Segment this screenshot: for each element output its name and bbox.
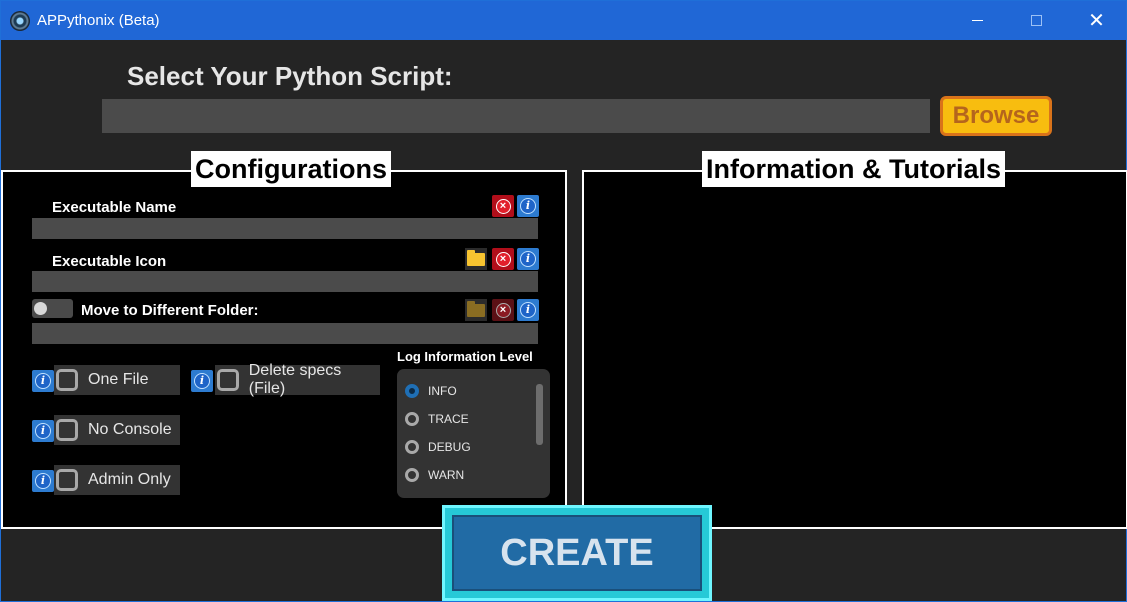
log-option-label: WARN [428, 468, 465, 482]
clear-icon: × [495, 198, 511, 214]
icon-info-button[interactable]: i [517, 248, 539, 270]
checkbox-square [217, 369, 239, 391]
move-folder-label: Move to Different Folder: [81, 302, 259, 319]
create-button-label: CREATE [452, 515, 702, 591]
log-option-label: INFO [428, 384, 457, 398]
info-icon: i [520, 302, 536, 318]
executable-name-label: Executable Name [52, 199, 177, 216]
minimize-button[interactable] [948, 1, 1007, 40]
delete-specs-info-button[interactable]: i [191, 370, 213, 392]
clear-icon: × [495, 251, 511, 267]
info-icon: i [520, 251, 536, 267]
configurations-title: Configurations [191, 151, 391, 187]
delete-specs-label: Delete specs (File) [248, 362, 342, 397]
app-logo-icon [10, 11, 30, 31]
title-bar[interactable]: APPythonix (Beta) ✕ [1, 1, 1126, 40]
move-folder-browse-button[interactable] [465, 299, 487, 321]
no-console-checkbox[interactable]: No Console [54, 415, 180, 445]
minimize-icon [972, 20, 983, 21]
one-file-label: One File [88, 371, 149, 388]
log-option-info[interactable]: INFO [405, 381, 457, 401]
radio-unselected [405, 412, 419, 426]
script-select-heading: Select Your Python Script: [127, 61, 453, 91]
log-option-trace[interactable]: TRACE [405, 409, 469, 429]
info-icon: i [194, 373, 210, 389]
info-icon: i [35, 473, 51, 489]
executable-name-input[interactable] [32, 218, 538, 239]
checkbox-square [56, 419, 78, 441]
one-file-checkbox[interactable]: One File [54, 365, 180, 395]
executable-icon-label: Executable Icon [52, 253, 167, 270]
admin-only-info-button[interactable]: i [32, 470, 54, 492]
icon-folder-button[interactable] [465, 248, 487, 270]
admin-only-label: Admin Only [88, 471, 171, 488]
app-window: APPythonix (Beta) ✕ Select Your Python S… [0, 0, 1127, 602]
admin-only-checkbox[interactable]: Admin Only [54, 465, 180, 495]
log-option-debug[interactable]: DEBUG [405, 437, 471, 457]
delete-specs-checkbox[interactable]: Delete specs (File) [215, 362, 380, 397]
clear-move-folder-button[interactable]: × [492, 299, 514, 321]
script-path-input[interactable] [102, 99, 930, 133]
info-tutorials-title: Information & Tutorials [702, 151, 1005, 187]
no-console-label: No Console [88, 421, 172, 438]
no-console-info-button[interactable]: i [32, 420, 54, 442]
info-tutorials-panel [582, 170, 1127, 529]
executable-icon-input[interactable] [32, 271, 538, 292]
move-folder-input[interactable] [32, 323, 538, 344]
radio-selected [405, 384, 419, 398]
browse-button[interactable]: Browse [940, 96, 1052, 136]
maximize-button[interactable] [1007, 1, 1066, 40]
info-icon: i [520, 198, 536, 214]
clear-icon-button[interactable]: × [492, 248, 514, 270]
close-icon: ✕ [1088, 9, 1105, 32]
folder-icon [467, 300, 485, 317]
radio-unselected [405, 440, 419, 454]
clear-name-button[interactable]: × [492, 195, 514, 217]
name-info-button[interactable]: i [517, 195, 539, 217]
create-button[interactable]: CREATE [442, 505, 712, 601]
close-window-button[interactable]: ✕ [1067, 1, 1126, 40]
info-icon: i [35, 373, 51, 389]
toggle-knob [34, 302, 47, 315]
radio-unselected [405, 468, 419, 482]
checkbox-square [56, 369, 78, 391]
one-file-info-button[interactable]: i [32, 370, 54, 392]
log-level-label: Log Information Level [397, 349, 533, 364]
window-title: APPythonix (Beta) [37, 12, 160, 29]
info-icon: i [35, 423, 51, 439]
folder-icon [467, 249, 485, 266]
log-option-label: DEBUG [428, 440, 471, 454]
clear-icon: × [495, 302, 511, 318]
log-level-list: INFO TRACE DEBUG WARN [397, 369, 550, 498]
maximize-icon [1031, 15, 1042, 26]
log-scrollbar[interactable] [536, 384, 543, 445]
move-folder-toggle[interactable] [32, 299, 73, 318]
log-option-label: TRACE [428, 412, 469, 426]
checkbox-square [56, 469, 78, 491]
log-option-warn[interactable]: WARN [405, 465, 464, 485]
move-folder-info-button[interactable]: i [517, 299, 539, 321]
